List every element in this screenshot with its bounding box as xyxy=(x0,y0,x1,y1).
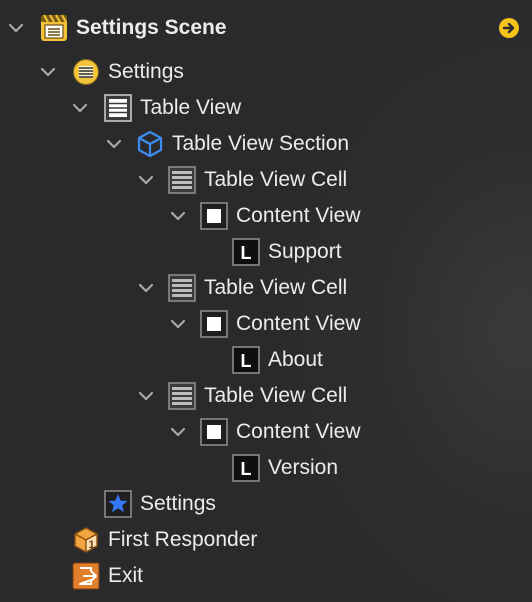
view-icon xyxy=(200,310,228,338)
label-icon-letter: L xyxy=(241,243,252,263)
tab-bar-item-label: Settings xyxy=(140,492,216,515)
tab-bar-item-row[interactable]: Settings xyxy=(0,486,532,522)
content-view-label: Content View xyxy=(236,420,361,443)
chevron-down-icon[interactable] xyxy=(136,386,156,406)
chevron-down-icon[interactable] xyxy=(70,98,90,118)
table-view-label: Table View xyxy=(140,96,242,119)
label-row[interactable]: L About xyxy=(0,342,532,378)
table-view-cell-label: Table View Cell xyxy=(204,276,348,299)
table-view-section-row[interactable]: Table View Section xyxy=(0,126,532,162)
content-view-row[interactable]: Content View xyxy=(0,198,532,234)
chevron-down-icon[interactable] xyxy=(104,134,124,154)
support-label: Support xyxy=(268,240,342,263)
label-row[interactable]: L Version xyxy=(0,450,532,486)
table-view-cell-label: Table View Cell xyxy=(204,168,348,191)
version-label: Version xyxy=(268,456,339,479)
chevron-down-icon[interactable] xyxy=(136,170,156,190)
table-view-cell-row[interactable]: Table View Cell xyxy=(0,162,532,198)
scene-title: Settings Scene xyxy=(76,16,227,39)
content-view-row[interactable]: Content View xyxy=(0,306,532,342)
table-view-row[interactable]: Table View xyxy=(0,90,532,126)
content-view-label: Content View xyxy=(236,312,361,335)
document-outline: Settings Scene Settings Table View Table… xyxy=(0,0,532,602)
controller-row[interactable]: Settings xyxy=(0,54,532,90)
chevron-down-icon[interactable] xyxy=(6,18,26,38)
exit-row[interactable]: Exit xyxy=(0,558,532,594)
star-icon xyxy=(104,490,132,518)
content-view-label: Content View xyxy=(236,204,361,227)
chevron-down-icon[interactable] xyxy=(136,278,156,298)
table-view-cell-row[interactable]: Table View Cell xyxy=(0,378,532,414)
view-icon xyxy=(200,202,228,230)
exit-label: Exit xyxy=(108,564,144,587)
label-icon: L xyxy=(232,346,260,374)
first-responder-label: First Responder xyxy=(108,528,258,551)
chevron-down-icon[interactable] xyxy=(38,62,58,82)
label-icon: L xyxy=(232,454,260,482)
label-row[interactable]: L Support xyxy=(0,234,532,270)
storyboard-scene-icon xyxy=(40,14,68,42)
label-icon-letter: L xyxy=(241,351,252,371)
table-view-controller-icon xyxy=(72,58,100,86)
go-to-arrow-icon[interactable] xyxy=(498,17,520,39)
table-cell-icon xyxy=(168,382,196,410)
view-icon xyxy=(200,418,228,446)
table-view-icon xyxy=(104,94,132,122)
content-view-row[interactable]: Content View xyxy=(0,414,532,450)
cube-icon xyxy=(136,130,164,158)
table-cell-icon xyxy=(168,166,196,194)
chevron-down-icon[interactable] xyxy=(168,422,188,442)
first-responder-row[interactable]: 1 First Responder xyxy=(0,522,532,558)
label-icon-letter: L xyxy=(241,459,252,479)
chevron-down-icon[interactable] xyxy=(168,314,188,334)
settings-controller-label: Settings xyxy=(108,60,184,83)
scene-row[interactable]: Settings Scene xyxy=(0,10,532,46)
about-label: About xyxy=(268,348,323,371)
table-view-cell-label: Table View Cell xyxy=(204,384,348,407)
table-view-section-label: Table View Section xyxy=(172,132,350,155)
label-icon: L xyxy=(232,238,260,266)
first-responder-badge: 1 xyxy=(88,539,94,551)
first-responder-cube-icon: 1 xyxy=(72,526,100,554)
table-view-cell-row[interactable]: Table View Cell xyxy=(0,270,532,306)
exit-icon xyxy=(72,562,100,590)
chevron-down-icon[interactable] xyxy=(168,206,188,226)
table-cell-icon xyxy=(168,274,196,302)
